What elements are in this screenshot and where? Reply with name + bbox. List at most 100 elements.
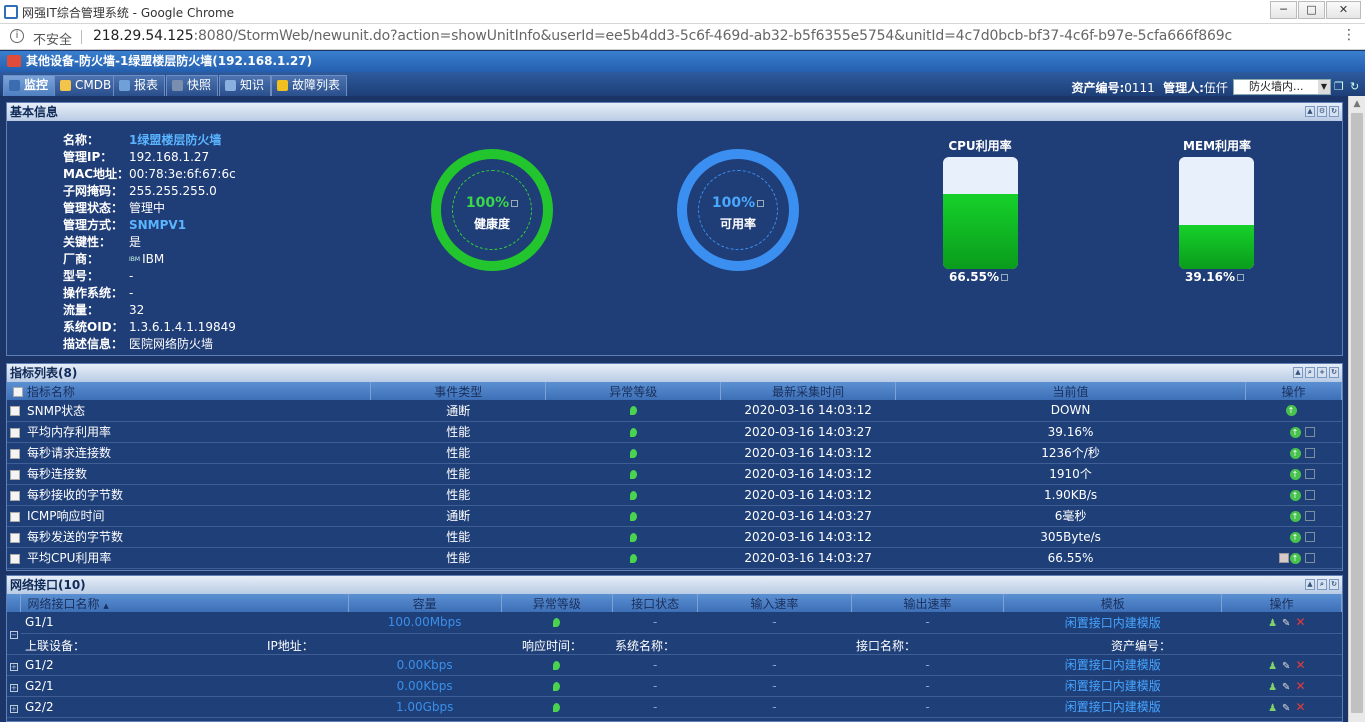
- scroll-up-icon[interactable]: ▲: [1349, 96, 1365, 112]
- interface-row[interactable]: + G2/1 0.00Kbps - - - 闲置接口内建模版 ♟ ✎ ✕: [7, 675, 1342, 697]
- maximize-button[interactable]: □: [1298, 1, 1325, 19]
- line-chart-icon[interactable]: [1304, 469, 1315, 479]
- tab-fault-list[interactable]: 故障列表: [271, 75, 348, 96]
- line-chart-icon[interactable]: [1304, 490, 1315, 500]
- refresh-icon[interactable]: ↻: [1329, 579, 1339, 590]
- line-chart-icon[interactable]: [1304, 511, 1315, 521]
- delete-icon[interactable]: ✕: [1295, 700, 1305, 714]
- indicator-name[interactable]: SNMP状态: [27, 404, 85, 418]
- edit-icon[interactable]: ✎: [1282, 703, 1290, 714]
- indicator-name[interactable]: 每秒请求连接数: [27, 446, 111, 460]
- tab-knowledge[interactable]: 知识: [219, 75, 272, 96]
- add-icon[interactable]: +: [1317, 367, 1327, 378]
- line-chart-icon[interactable]: [1304, 553, 1315, 563]
- assign-user-icon[interactable]: ♟: [1268, 661, 1277, 672]
- interface-row[interactable]: + G1/2 0.00Kbps - - - 闲置接口内建模版 ♟ ✎ ✕: [7, 654, 1342, 676]
- field-value[interactable]: SNMPV1: [129, 218, 186, 232]
- detail-icon[interactable]: ↑: [1285, 405, 1297, 417]
- tab-monitor[interactable]: 监控: [3, 75, 56, 96]
- minimize-button[interactable]: ─: [1270, 1, 1297, 19]
- browser-menu-icon[interactable]: ⋮: [1341, 27, 1357, 45]
- url-text[interactable]: 218.29.54.125:8080/StormWeb/newunit.do?a…: [93, 28, 1232, 44]
- indicator-row[interactable]: 每秒请求连接数 性能 2020-03-16 14:03:12 1236个/秒 ↑: [7, 442, 1342, 464]
- column-header[interactable]: 最新采集时间: [720, 382, 897, 400]
- indicator-row[interactable]: 平均CPU利用率 性能 2020-03-16 14:03:27 66.55% ↑: [7, 547, 1342, 569]
- select-all-checkbox[interactable]: [13, 387, 23, 397]
- column-header[interactable]: 容量: [348, 594, 502, 612]
- interface-name[interactable]: G2/2: [20, 696, 349, 718]
- collapse-icon[interactable]: ▲: [1305, 106, 1315, 117]
- collapse-icon[interactable]: ▲: [1293, 367, 1303, 378]
- indicator-row[interactable]: 每秒连接数 性能 2020-03-16 14:03:12 1910个 ↑: [7, 463, 1342, 485]
- expand-row-icon[interactable]: +: [9, 662, 18, 671]
- settings-icon[interactable]: ⚙: [1317, 106, 1327, 117]
- threshold-icon[interactable]: [1278, 553, 1289, 563]
- availability-chart-icon[interactable]: [757, 199, 765, 207]
- tab-report[interactable]: 报表: [113, 75, 166, 96]
- search-icon[interactable]: ⌕: [1317, 579, 1327, 590]
- expand-row-icon[interactable]: +: [9, 704, 18, 713]
- tab-cmdb[interactable]: CMDB: [54, 75, 119, 96]
- interface-name[interactable]: G1/2: [20, 654, 349, 676]
- template-link[interactable]: 闲置接口内建模版: [1003, 675, 1222, 697]
- scroll-thumb[interactable]: [1351, 113, 1363, 713]
- line-chart-icon[interactable]: [1304, 427, 1315, 437]
- detail-icon[interactable]: ↑: [1289, 447, 1301, 459]
- row-checkbox[interactable]: [10, 511, 20, 522]
- interface-name[interactable]: G2/1: [20, 675, 349, 697]
- column-header[interactable]: 当前值: [895, 382, 1246, 400]
- security-label[interactable]: 不安全: [33, 29, 72, 48]
- cpu-chart-icon[interactable]: [1000, 274, 1008, 281]
- row-checkbox[interactable]: [10, 553, 20, 564]
- indicator-row[interactable]: 平均内存利用率 性能 2020-03-16 14:03:27 39.16% ↑: [7, 421, 1342, 443]
- assign-user-icon[interactable]: ♟: [1268, 618, 1277, 629]
- sort-ascending-icon[interactable]: ▲: [103, 602, 108, 610]
- interface-name[interactable]: G1/1: [20, 612, 349, 634]
- interface-row[interactable]: + G2/2 1.00Gbps - - - 闲置接口内建模版 ♟ ✎ ✕: [7, 696, 1342, 718]
- edit-icon[interactable]: ✎: [1282, 661, 1290, 672]
- line-chart-icon[interactable]: [1304, 532, 1315, 542]
- indicator-name[interactable]: 每秒连接数: [27, 467, 87, 481]
- info-icon[interactable]: i: [10, 29, 24, 43]
- delete-icon[interactable]: ✕: [1295, 615, 1305, 629]
- indicator-row[interactable]: 每秒接收的字节数 性能 2020-03-16 14:03:12 1.90KB/s ↑: [7, 484, 1342, 506]
- detail-icon[interactable]: ↑: [1289, 552, 1301, 564]
- detail-icon[interactable]: ↑: [1289, 426, 1301, 438]
- indicator-row[interactable]: 每秒发送的字节数 性能 2020-03-16 14:03:12 305Byte/s ↑: [7, 526, 1342, 548]
- close-window-button[interactable]: ✕: [1326, 1, 1361, 19]
- indicator-name[interactable]: 平均内存利用率: [27, 425, 111, 439]
- detail-icon[interactable]: ↑: [1289, 510, 1301, 522]
- mem-chart-icon[interactable]: [1236, 274, 1244, 281]
- expand-row-icon[interactable]: +: [9, 683, 18, 692]
- template-link[interactable]: 闲置接口内建模版: [1003, 654, 1222, 676]
- indicator-name[interactable]: 平均CPU利用率: [27, 551, 111, 565]
- row-checkbox[interactable]: [10, 448, 20, 459]
- column-header[interactable]: 网络接口名称 ▲: [20, 594, 349, 612]
- address-bar[interactable]: i 不安全 218.29.54.125:8080/StormWeb/newuni…: [0, 24, 1365, 50]
- template-link[interactable]: 闲置接口内建模版: [1003, 612, 1222, 634]
- column-header[interactable]: 输出速率: [851, 594, 1005, 612]
- health-chart-icon[interactable]: [511, 199, 519, 207]
- detail-icon[interactable]: ↑: [1289, 489, 1301, 501]
- tab-snapshot[interactable]: 快照: [166, 75, 219, 96]
- page-scrollbar[interactable]: ▲: [1348, 96, 1365, 722]
- row-checkbox[interactable]: [10, 406, 20, 417]
- collapse-row-icon[interactable]: −: [9, 630, 18, 639]
- column-header[interactable]: 事件类型: [370, 382, 547, 400]
- column-header[interactable]: 输入速率: [697, 594, 852, 612]
- indicator-row[interactable]: ICMP响应时间 通断 2020-03-16 14:03:27 6毫秒 ↑: [7, 505, 1342, 527]
- collapse-icon[interactable]: ▲: [1305, 579, 1315, 590]
- interface-row[interactable]: − G1/1 100.00Mbps - - - 闲置接口内建模版 ♟ ✎ ✕: [7, 612, 1342, 655]
- line-chart-icon[interactable]: [1304, 448, 1315, 458]
- detail-icon[interactable]: ↑: [1289, 531, 1301, 543]
- edit-icon[interactable]: ✎: [1282, 682, 1290, 693]
- edit-icon[interactable]: ✎: [1282, 618, 1290, 629]
- row-checkbox[interactable]: [10, 469, 20, 480]
- copy-icon[interactable]: ❐: [1334, 80, 1346, 93]
- column-header[interactable]: 指标名称: [7, 382, 372, 400]
- template-link[interactable]: 闲置接口内建模版: [1003, 696, 1222, 718]
- column-header[interactable]: 模板: [1003, 594, 1223, 612]
- field-value[interactable]: 1绿盟楼层防火墙: [129, 131, 221, 148]
- row-checkbox[interactable]: [10, 427, 20, 438]
- delete-icon[interactable]: ✕: [1295, 679, 1305, 693]
